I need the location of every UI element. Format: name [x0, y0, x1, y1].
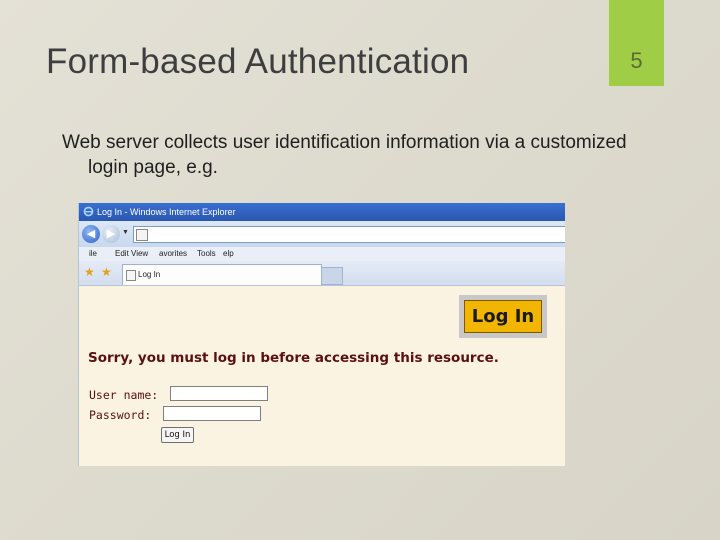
- menu-view[interactable]: View: [131, 247, 148, 261]
- body-line-2: login page, e.g.: [88, 157, 218, 178]
- password-label: Password:: [89, 408, 152, 422]
- menu-help[interactable]: elp: [223, 247, 234, 261]
- tab-page-icon: [126, 270, 136, 281]
- ie-logo-icon: [83, 206, 94, 217]
- tab-label: Log In: [138, 270, 161, 279]
- slide-body-text: Web server collects user identification …: [62, 130, 682, 180]
- browser-screenshot: Log In - Windows Internet Explorer ◀ ▶ ▼…: [78, 203, 565, 466]
- back-button[interactable]: ◀: [82, 225, 100, 243]
- window-title: Log In - Windows Internet Explorer: [97, 207, 236, 217]
- body-line-1: Web server collects user identification …: [62, 132, 627, 153]
- login-logo: Log In: [459, 295, 547, 338]
- back-arrow-icon: ◀: [86, 228, 96, 240]
- forward-button[interactable]: ▶: [102, 225, 120, 243]
- new-tab-button[interactable]: [321, 267, 343, 285]
- slide-number: 5: [630, 48, 643, 73]
- username-input[interactable]: [170, 386, 268, 401]
- navigation-bar: ◀ ▶ ▼: [79, 221, 565, 247]
- username-label: User name:: [89, 388, 159, 402]
- add-favorite-icon[interactable]: ★: [101, 265, 112, 279]
- menu-bar: ile Edit View avorites Tools elp: [79, 247, 565, 261]
- menu-tools[interactable]: Tools: [197, 247, 216, 261]
- login-logo-text: Log In: [464, 300, 542, 333]
- page-icon: [136, 229, 148, 241]
- login-button[interactable]: Log In: [161, 427, 194, 443]
- favorites-star-icon[interactable]: ★: [84, 265, 95, 279]
- forward-arrow-icon: ▶: [106, 228, 116, 240]
- password-input[interactable]: [163, 406, 261, 421]
- tabs-bar: ★ ★ Log In: [79, 261, 565, 286]
- tab-log-in[interactable]: Log In: [122, 264, 322, 285]
- error-message: Sorry, you must log in before accessing …: [88, 350, 499, 366]
- menu-favorites[interactable]: avorites: [159, 247, 187, 261]
- menu-file[interactable]: ile: [89, 247, 97, 261]
- menu-edit[interactable]: Edit: [115, 247, 129, 261]
- address-bar[interactable]: [133, 226, 565, 243]
- history-dropdown-icon[interactable]: ▼: [122, 229, 129, 236]
- slide-number-tab: 5: [609, 0, 664, 86]
- window-titlebar: Log In - Windows Internet Explorer: [79, 203, 565, 221]
- slide-title: Form-based Authentication: [46, 42, 470, 81]
